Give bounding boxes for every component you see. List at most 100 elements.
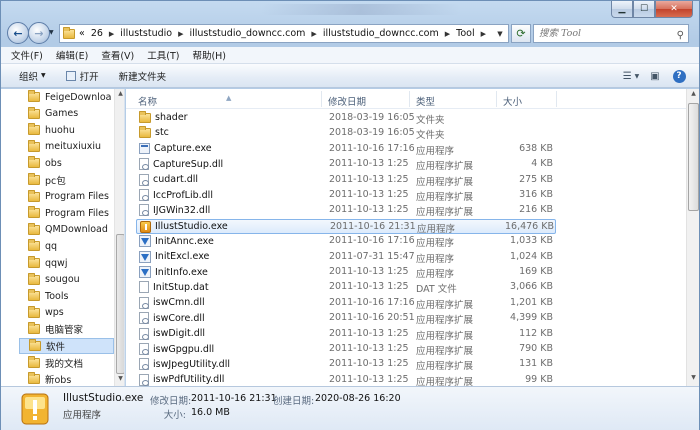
open-button[interactable]: 打开 (65, 69, 99, 83)
menu-file[interactable]: 文件(F) (11, 48, 43, 62)
sidebar-item[interactable]: Tools (28, 288, 112, 304)
sidebar-item[interactable]: Program Files (28, 189, 112, 205)
maximize-button[interactable]: ☐ (633, 1, 655, 18)
menu-help[interactable]: 帮助(H) (192, 48, 226, 62)
back-button[interactable]: ← (7, 22, 29, 44)
new-folder-button[interactable]: 新建文件夹 (119, 69, 167, 83)
file-list-scrollbar[interactable]: ▲ ▼ (686, 89, 699, 386)
column-size[interactable]: 大小 (503, 94, 522, 108)
sidebar-item[interactable]: 软件 (19, 338, 114, 354)
column-divider[interactable] (496, 91, 497, 107)
chevron-right-icon[interactable]: ▶ (481, 30, 486, 38)
table-row[interactable]: IllustStudio.exe 2011-10-16 21:31 应用程序 16,4… (136, 218, 556, 235)
breadcrumb-segment[interactable]: illuststudio_downcc.com (323, 28, 439, 39)
file-name-cell: stc (139, 125, 169, 138)
file-name: InitAnnc.exe (155, 235, 214, 247)
sidebar-item[interactable]: FeigeDownloa (28, 89, 112, 105)
minimize-button[interactable]: ▁ (611, 1, 633, 18)
table-row[interactable]: InitExcl.exe 2011-07-31 15:47 应用程序 1,024 KB (136, 250, 556, 265)
sidebar-item[interactable]: 电脑管家 (28, 321, 112, 337)
column-divider[interactable] (321, 91, 322, 107)
refresh-button[interactable]: ⟳ (511, 24, 531, 43)
sidebar-item[interactable]: meituxiuxiu (28, 139, 112, 155)
file-type: 应用程序扩展 (416, 192, 474, 203)
chevron-right-icon[interactable]: ▶ (445, 30, 450, 38)
file-size: 638 KB (519, 142, 553, 154)
menu-edit[interactable]: 编辑(E) (56, 48, 88, 62)
file-type: 应用程序扩展 (416, 207, 474, 219)
scroll-up-icon[interactable]: ▲ (688, 90, 699, 101)
address-bar[interactable]: « 26 ▶ illuststudio ▶ illuststudio_downc… (59, 24, 509, 43)
table-row[interactable]: stc 2018-03-19 16:05 文件夹 (136, 125, 556, 141)
breadcrumb-segment[interactable]: illuststudio (120, 28, 172, 39)
dll-icon (139, 373, 149, 386)
sidebar-item[interactable]: qq (28, 238, 112, 254)
table-row[interactable]: IccProfLib.dll 2011-10-13 1:25 应用程序扩展 316 K… (136, 188, 556, 203)
menu-tools[interactable]: 工具(T) (147, 48, 179, 62)
column-divider[interactable] (556, 91, 557, 107)
sidebar-item[interactable]: Program Files (28, 205, 112, 221)
table-row[interactable]: iswDigit.dll 2011-10-13 1:25 应用程序扩展 112 KB (136, 327, 556, 342)
table-row[interactable]: Capture.exe 2011-10-16 17:16 应用程序 638 KB (136, 142, 556, 157)
table-row[interactable]: iswGpgpu.dll 2011-10-13 1:25 应用程序扩展 790 KB (136, 342, 556, 357)
table-row[interactable]: cudart.dll 2011-10-13 1:25 应用程序扩展 275 KB (136, 173, 556, 188)
folder-icon (28, 322, 40, 335)
navigation-scrollbar[interactable]: ▲ ▼ (114, 89, 124, 386)
column-type[interactable]: 类型 (416, 94, 435, 108)
file-date: 2011-10-16 21:31 (330, 220, 416, 232)
chevron-right-icon[interactable]: ▶ (178, 30, 183, 38)
preview-pane-button[interactable]: ▣ (645, 68, 665, 84)
file-name: iswCore.dll (153, 312, 205, 324)
sidebar-item[interactable]: huohu (28, 122, 112, 138)
scrollbar-thumb[interactable] (116, 234, 124, 374)
table-row[interactable]: iswJpegUtility.dll 2011-10-13 1:25 应用程序扩展 1… (136, 357, 556, 372)
sidebar-item[interactable]: 新obs (28, 371, 112, 386)
table-row[interactable]: iswCmn.dll 2011-10-16 17:16 应用程序扩展 1,201 KB (136, 296, 556, 311)
scroll-down-icon[interactable]: ▼ (116, 375, 124, 385)
file-name-cell: cudart.dll (139, 173, 198, 186)
breadcrumb-segment[interactable]: Tool (456, 28, 474, 39)
folder-icon (139, 110, 151, 123)
table-row[interactable]: InitAnnc.exe 2011-10-16 17:16 应用程序 1,033 KB (136, 234, 556, 249)
scroll-down-icon[interactable]: ▼ (688, 374, 699, 385)
scroll-up-icon[interactable]: ▲ (116, 90, 124, 100)
history-dropdown[interactable]: ▼ (49, 29, 54, 36)
table-row[interactable]: iswPdfUtility.dll 2011-10-13 1:25 应用程序扩展 99… (136, 373, 556, 386)
sidebar-item[interactable]: sougou (28, 272, 112, 288)
column-divider[interactable] (409, 91, 410, 107)
search-input[interactable]: 搜索 Tool ⚲ (533, 24, 689, 43)
address-dropdown-icon[interactable]: ▼ (493, 26, 507, 41)
title-bar: ▁ ☐ ✕ (1, 1, 699, 19)
forward-button[interactable]: → (28, 22, 50, 44)
table-row[interactable]: InitInfo.exe 2011-10-13 1:25 应用程序 169 KB (136, 265, 556, 280)
table-row[interactable]: InitStup.dat 2011-10-13 1:25 DAT 文件 3,066 K… (136, 280, 556, 295)
sidebar-item[interactable]: obs (28, 155, 112, 171)
details-file-name: IllustStudio.exe (63, 392, 144, 404)
table-row[interactable]: shader 2018-03-19 16:05 文件夹 (136, 110, 556, 126)
table-row[interactable]: IJGWin32.dll 2011-10-13 1:25 应用程序扩展 216 KB (136, 203, 556, 218)
sidebar-item-label: QMDownload (45, 224, 108, 236)
breadcrumb-segment[interactable]: illuststudio_downcc.com (189, 28, 305, 39)
close-button[interactable]: ✕ (655, 1, 693, 18)
chevron-right-icon[interactable]: ▶ (311, 30, 316, 38)
help-button[interactable]: ? (669, 68, 689, 84)
column-date[interactable]: 修改日期 (328, 94, 366, 108)
sidebar-item[interactable]: 我的文档 (28, 355, 112, 371)
sidebar-item[interactable]: Games (28, 106, 112, 122)
breadcrumb-segment[interactable]: 26 (91, 28, 103, 39)
table-row[interactable]: iswCore.dll 2011-10-16 20:51 应用程序扩展 4,399 K… (136, 311, 556, 326)
column-name[interactable]: 名称 (138, 94, 157, 108)
sidebar-item[interactable]: QMDownload (28, 222, 112, 238)
scrollbar-thumb[interactable] (688, 103, 699, 211)
file-name-cell: IJGWin32.dll (139, 204, 210, 217)
chevron-right-icon[interactable]: ▶ (109, 30, 114, 38)
menu-view[interactable]: 查看(V) (101, 48, 134, 62)
sidebar-item[interactable]: qqwj (28, 255, 112, 271)
change-view-button[interactable]: ☰ ▼ (621, 68, 641, 84)
table-row[interactable]: CaptureSup.dll 2011-10-13 1:25 应用程序扩展 4 KB (136, 157, 556, 172)
organize-button[interactable]: 组织 ▼ (19, 69, 46, 83)
breadcrumb-overflow[interactable]: « (79, 28, 85, 39)
refresh-icon: ⟳ (516, 27, 526, 40)
sidebar-item[interactable]: pc包 (28, 172, 112, 188)
sidebar-item[interactable]: wps (28, 305, 112, 321)
